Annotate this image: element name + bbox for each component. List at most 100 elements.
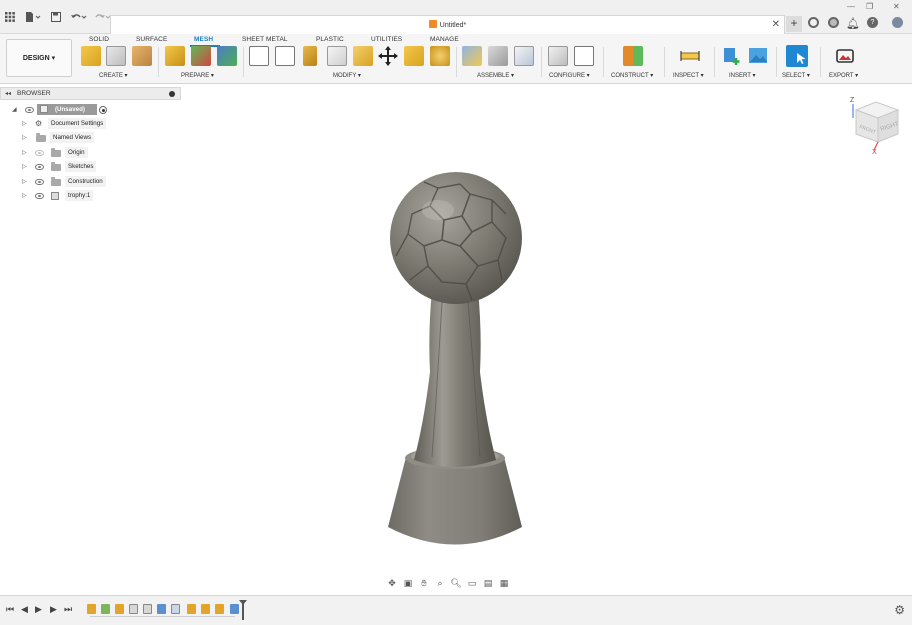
viewcube[interactable]: Z FRONT RIGHT X — [846, 96, 902, 156]
visibility-eye-icon[interactable] — [35, 193, 44, 199]
job-status-icon[interactable] — [828, 17, 839, 28]
configure-icon[interactable] — [548, 46, 568, 66]
new-component-icon[interactable] — [462, 46, 482, 66]
document-tab[interactable]: Untitled* ✕ — [110, 15, 785, 34]
remesh-icon[interactable] — [249, 46, 269, 66]
close-tab-icon[interactable]: ✕ — [772, 19, 780, 30]
maximize-icon[interactable]: ❐ — [866, 2, 873, 11]
timeline-feature-icon[interactable] — [230, 604, 239, 614]
timeline-feature-icon[interactable] — [129, 604, 138, 614]
browser-root-row[interactable]: ◢ (Unsaved) — [0, 104, 181, 117]
expand-triangle-icon[interactable]: ▷ — [22, 163, 27, 170]
visibility-eye-icon[interactable] — [35, 179, 44, 185]
collapse-panel-icon[interactable]: ◂◂ — [5, 90, 11, 97]
insert-mesh-icon[interactable] — [81, 46, 101, 66]
orbit-icon[interactable]: ✥ — [385, 577, 399, 589]
inspect-menu[interactable]: INSPECT ▾ — [673, 72, 704, 79]
zoom-icon[interactable]: ⌕ — [433, 577, 447, 589]
create-face-group-icon[interactable] — [132, 46, 152, 66]
prepare-menu[interactable]: PREPARE ▾ — [181, 72, 214, 79]
minimize-icon[interactable]: — — [847, 2, 855, 11]
tab-solid[interactable]: SOLID — [89, 36, 109, 43]
insert-menu[interactable]: INSERT ▾ — [729, 72, 755, 79]
notifications-icon[interactable]: 🔔︎ — [846, 16, 860, 30]
timeline-feature-icon[interactable] — [215, 604, 224, 614]
joint-icon[interactable] — [488, 46, 508, 66]
smooth-icon[interactable] — [303, 46, 317, 66]
configuration-table-icon[interactable] — [574, 46, 594, 66]
trophy-model[interactable] — [380, 172, 530, 554]
configure-menu[interactable]: CONFIGURE ▾ — [549, 72, 590, 79]
timeline-feature-icon[interactable] — [157, 604, 166, 614]
extensions-icon[interactable] — [808, 17, 819, 28]
visibility-eye-icon[interactable] — [25, 107, 34, 113]
timeline-feature-icon[interactable] — [87, 604, 96, 614]
file-icon[interactable] — [24, 10, 42, 24]
grid-snaps-icon[interactable]: ▤ — [481, 577, 495, 589]
go-to-end-icon[interactable]: ⏭ — [64, 604, 72, 615]
timeline-feature-icon[interactable] — [187, 604, 196, 614]
tab-manage[interactable]: MANAGE — [430, 36, 459, 43]
browser-item-sketches[interactable]: ▷ Sketches — [0, 161, 181, 174]
step-back-icon[interactable]: ◀ — [21, 604, 28, 615]
apps-grid-icon[interactable] — [4, 10, 16, 24]
fit-icon[interactable]: 🔍︎ — [449, 577, 463, 589]
timeline-marker-handle-icon[interactable] — [239, 600, 247, 605]
reduce-icon[interactable] — [275, 46, 295, 66]
display-settings-icon[interactable]: ▭ — [465, 577, 479, 589]
pan-icon[interactable]: ✋︎ — [417, 577, 431, 589]
select-menu[interactable]: SELECT ▾ — [782, 72, 810, 79]
tessellate-icon[interactable] — [106, 46, 126, 66]
convert-mesh-icon[interactable] — [430, 46, 450, 66]
redo-icon[interactable] — [92, 10, 112, 24]
step-forward-icon[interactable]: ▶ — [50, 604, 57, 615]
expand-triangle-icon[interactable]: ▷ — [22, 178, 27, 185]
move-copy-icon[interactable] — [378, 46, 398, 66]
timeline-feature-icon[interactable] — [101, 604, 110, 614]
tab-mesh[interactable]: MESH — [194, 36, 213, 43]
timeline-feature-icon[interactable] — [171, 604, 180, 614]
assemble-menu[interactable]: ASSEMBLE ▾ — [477, 72, 514, 79]
expand-triangle-icon[interactable]: ▷ — [22, 149, 27, 156]
export-menu[interactable]: EXPORT ▾ — [829, 72, 858, 79]
play-icon[interactable]: ▶ — [35, 604, 42, 615]
timeline-feature-icon[interactable] — [143, 604, 152, 614]
export-icon[interactable] — [835, 46, 855, 66]
shell-icon[interactable] — [327, 46, 347, 66]
viewports-icon[interactable]: ▦ — [497, 577, 511, 589]
combine-icon[interactable] — [353, 46, 373, 66]
plane-cut-icon[interactable] — [191, 46, 211, 66]
expand-triangle-icon[interactable]: ▷ — [22, 192, 27, 199]
browser-item-named-views[interactable]: ▷ Named Views — [0, 132, 181, 145]
timeline-settings-gear-icon[interactable]: ⚙ — [894, 603, 905, 617]
tab-plastic[interactable]: PLASTIC — [316, 36, 344, 43]
go-to-start-icon[interactable]: ⏮ — [6, 604, 14, 615]
modify-menu[interactable]: MODIFY ▾ — [333, 72, 361, 79]
help-icon[interactable]: ? — [867, 17, 878, 28]
insert-derive-icon[interactable] — [722, 46, 742, 66]
timeline-feature-icon[interactable] — [115, 604, 124, 614]
save-icon[interactable] — [50, 10, 62, 24]
look-at-icon[interactable]: ▣ — [401, 577, 415, 589]
repair-icon[interactable] — [217, 46, 237, 66]
browser-item-origin[interactable]: ▷ Origin — [0, 147, 181, 160]
tab-surface[interactable]: SURFACE — [136, 36, 167, 43]
visibility-eye-icon[interactable] — [35, 164, 44, 170]
collapse-triangle-icon[interactable]: ◢ — [12, 106, 17, 113]
undo-icon[interactable] — [70, 10, 88, 24]
browser-item-construction[interactable]: ▷ Construction — [0, 176, 181, 189]
create-menu[interactable]: CREATE ▾ — [99, 72, 128, 79]
expand-triangle-icon[interactable]: ▷ — [22, 134, 27, 141]
hidden-eye-icon[interactable] — [35, 150, 44, 156]
measure-icon[interactable] — [680, 46, 700, 66]
browser-item-document-settings[interactable]: ▷ ⚙ Document Settings — [0, 118, 181, 131]
tab-utilities[interactable]: UTILITIES — [371, 36, 402, 43]
design-workspace-button[interactable]: DESIGN ▾ — [6, 39, 72, 77]
as-built-joint-icon[interactable] — [514, 46, 534, 66]
insert-image-icon[interactable] — [748, 46, 768, 66]
generate-face-groups-icon[interactable] — [165, 46, 185, 66]
activate-radio-icon[interactable] — [99, 106, 107, 114]
offset-plane-icon[interactable] — [623, 46, 643, 66]
select-icon[interactable] — [786, 45, 808, 67]
timeline-feature-icon[interactable] — [201, 604, 210, 614]
